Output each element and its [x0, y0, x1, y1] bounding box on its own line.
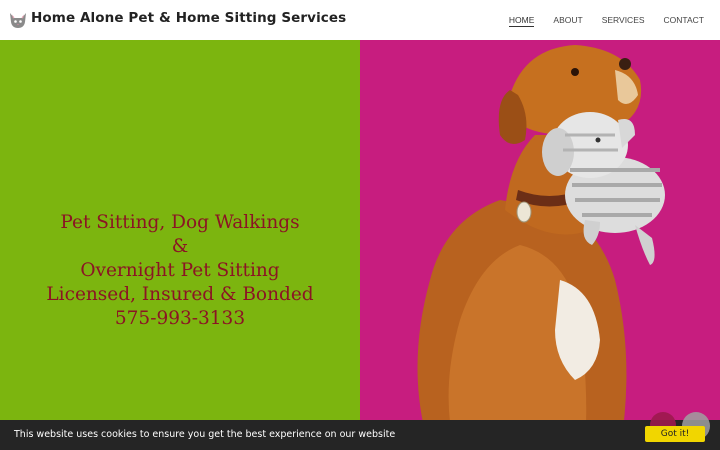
nav-item-home[interactable]: HOME [508, 15, 535, 27]
hero-line-overnight: Overnight Pet Sitting [80, 260, 280, 281]
hero-line-services: Pet Sitting, Dog Walkings [60, 212, 300, 233]
hero-image-panel [360, 40, 720, 450]
site-header: Home Alone Pet & Home Sitting Services H… [0, 0, 720, 40]
cat-icon[interactable] [8, 10, 28, 30]
hero-headline: Pet Sitting, Dog Walkings & Overnight Pe… [0, 211, 360, 331]
cookie-message: This website uses cookies to ensure you … [14, 429, 396, 440]
dog-with-toy-photo [417, 45, 665, 450]
hero-line-ampersand: & [171, 236, 189, 257]
hero-phone[interactable]: 575-993-3133 [0, 307, 360, 331]
main-nav: HOME ABOUT SERVICES CONTACT [490, 15, 704, 27]
site-title[interactable]: Home Alone Pet & Home Sitting Services [31, 10, 346, 26]
cookie-banner: This website uses cookies to ensure you … [0, 420, 720, 450]
cookie-accept-button[interactable]: Got it! [645, 426, 705, 442]
hero-line-licensed: Licensed, Insured & Bonded [46, 284, 314, 305]
nav-item-services[interactable]: SERVICES [602, 15, 645, 27]
nav-item-contact[interactable]: CONTACT [664, 15, 704, 27]
nav-item-about[interactable]: ABOUT [553, 15, 582, 27]
